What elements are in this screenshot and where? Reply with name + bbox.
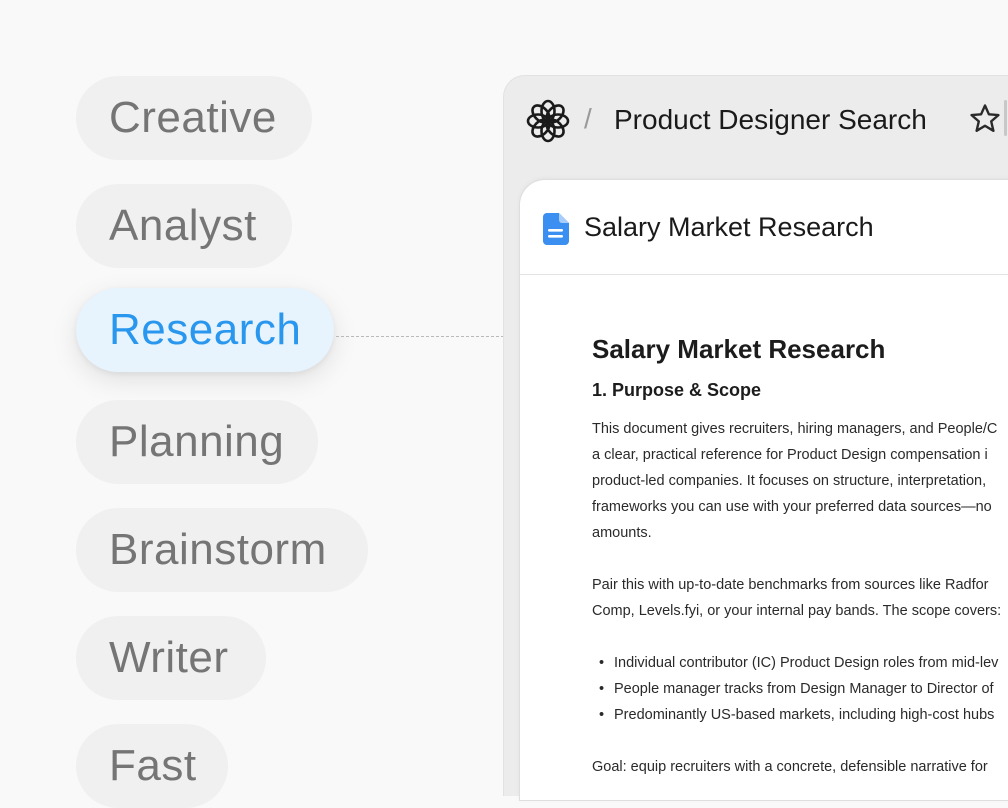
toolbar-divider — [1004, 100, 1007, 136]
mode-label: Brainstorm — [109, 525, 327, 574]
paragraph-line: product-led companies. It focuses on str… — [592, 473, 987, 489]
paragraph-line: Goal: equip recruiters with a concrete, … — [592, 759, 988, 775]
flower-logo-icon[interactable] — [526, 99, 570, 143]
list-item-text: Individual contributor (IC) Product Desi… — [614, 655, 999, 671]
section-heading: 1. Purpose & Scope — [592, 380, 762, 400]
paragraph-line: Comp, Levels.fyi, or your internal pay b… — [592, 603, 1002, 619]
mode-label: Research — [109, 305, 302, 354]
document-icon — [543, 213, 569, 245]
mode-label: Planning — [109, 417, 285, 466]
mode-pill-writer[interactable]: Writer — [76, 616, 266, 700]
document-heading: Salary Market Research — [592, 334, 886, 364]
breadcrumb-separator: / — [584, 103, 592, 134]
paragraph-line: a clear, practical reference for Product… — [592, 447, 988, 463]
paragraph-line: frameworks you can use with your preferr… — [592, 499, 992, 515]
mode-label: Analyst — [109, 201, 257, 250]
paragraph-line: This document gives recruiters, hiring m… — [592, 421, 998, 437]
mode-label: Creative — [109, 93, 277, 142]
mode-pill-brainstorm[interactable]: Brainstorm — [76, 508, 368, 592]
star-icon[interactable] — [968, 102, 1002, 136]
mode-list: Creative Analyst Research Planning Brain… — [0, 0, 420, 808]
list-item-text: People manager tracks from Design Manage… — [614, 681, 994, 697]
connector-line — [336, 336, 504, 337]
mode-label: Writer — [109, 633, 229, 682]
document-tab-title: Salary Market Research — [584, 212, 874, 242]
paragraph-line: Pair this with up-to-date benchmarks fro… — [592, 577, 989, 593]
list-item-text: Predominantly US-based markets, includin… — [614, 707, 995, 723]
mode-pill-research[interactable]: Research — [76, 288, 334, 372]
paragraph-line: amounts. — [592, 525, 652, 541]
list-item: Predominantly US-based markets, includin… — [599, 702, 995, 728]
list-item: People manager tracks from Design Manage… — [599, 676, 994, 702]
mode-pill-creative[interactable]: Creative — [76, 76, 312, 160]
mode-pill-analyst[interactable]: Analyst — [76, 184, 292, 268]
mode-pill-fast[interactable]: Fast — [76, 724, 228, 808]
mode-label: Fast — [109, 741, 197, 790]
list-item: Individual contributor (IC) Product Desi… — [599, 650, 999, 676]
mode-pill-planning[interactable]: Planning — [76, 400, 318, 484]
page-title[interactable]: Product Designer Search — [614, 104, 927, 136]
